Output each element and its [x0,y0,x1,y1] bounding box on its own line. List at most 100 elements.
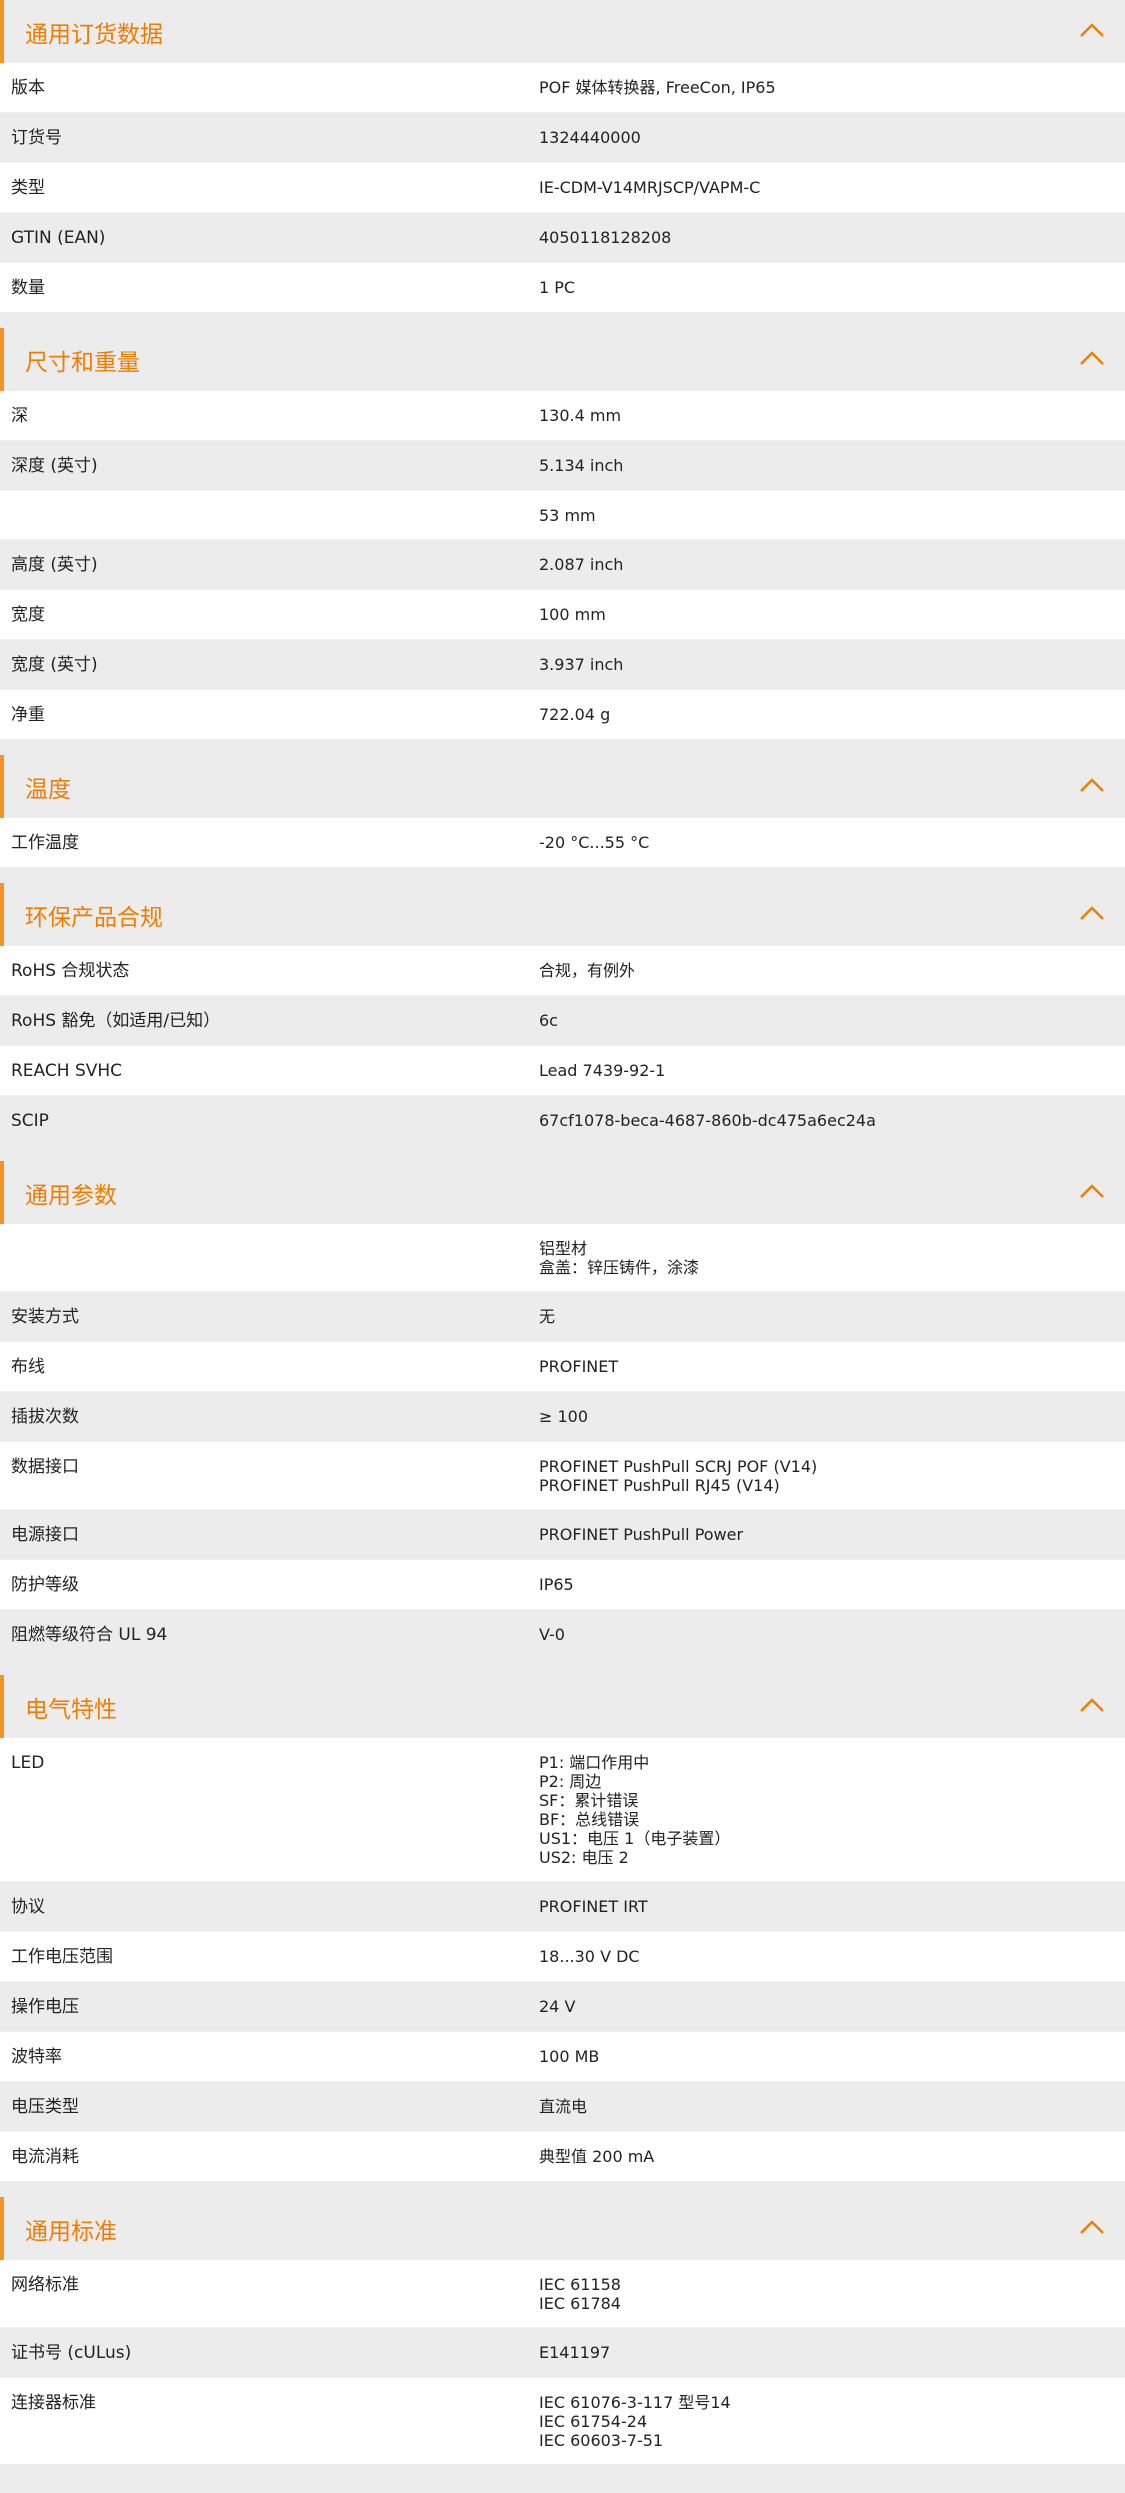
section-title: 通用标准 [25,2218,117,2245]
spec-row: LED P1: 端口作用中 P2: 周边 SF：累计错误 BF：总线错误 US1：… [0,1738,1125,1881]
spec-value: IP65 [539,1575,574,1594]
spec-value: 18...30 V DC [539,1947,640,1966]
spec-value: 3.937 inch [539,655,624,674]
spec-row: 类型 IE-CDM-V14MRJSCP/VAPM-C [0,162,1125,212]
spec-value: 6c [539,1011,558,1030]
section-header-toggle[interactable]: 通用订货数据 [0,0,1125,63]
spec-value: 铝型材 盒盖：锌压铸件，涂漆 [539,1239,700,1277]
chevron-up-icon[interactable] [1079,1181,1105,1203]
spec-value: IEC 61158 IEC 61784 [539,2275,621,2313]
chevron-up-icon[interactable] [1079,1695,1105,1717]
spec-label: 布线 [11,1357,45,1377]
spec-value: 130.4 mm [539,406,622,425]
spec-value: 4050118128208 [539,228,672,247]
spec-value: 典型值 200 mA [539,2147,655,2166]
spec-label: 类型 [11,178,45,198]
spec-row: 电源接口 PROFINET PushPull Power [0,1509,1125,1559]
spec-value: PROFINET [539,1357,619,1376]
spec-value: 直流电 [539,2097,588,2116]
spec-value: PROFINET PushPull Power [539,1525,744,1544]
spec-table: 版本 POF 媒体转换器, FreeCon, IP65 订货号 1324440000 类… [0,63,1125,312]
section-title: 通用参数 [25,1182,117,1209]
spec-label: 电源接口 [11,1525,79,1545]
spec-section: 尺寸和重量深 130.4 mm 深度 (英寸) 5.134 inch 53 mm 高度 (… [0,328,1125,739]
spec-label: 工作电压范围 [11,1947,113,1967]
spec-row: 安装方式 无 [0,1291,1125,1341]
spec-section: 通用参数铝型材 盒盖：锌压铸件，涂漆安装方式 无布线 PROFINET 插拔次数 ≥ 1… [0,1161,1125,1659]
spec-label: RoHS 豁免（如适用/已知） [11,1011,221,1031]
section-title: 通用订货数据 [25,21,163,48]
spec-section: 温度工作温度 -20 °C...55 °C [0,755,1125,867]
spec-value: 合规，有例外 [539,961,636,980]
spec-row: 布线 PROFINET [0,1341,1125,1391]
spec-label: 阻燃等级符合 UL 94 [11,1625,168,1645]
spec-row: 深度 (英寸) 5.134 inch [0,440,1125,490]
spec-row: RoHS 豁免（如适用/已知） 6c [0,995,1125,1045]
spec-row: 网络标准 IEC 61158 IEC 61784 [0,2260,1125,2327]
spec-row: RoHS 合规状态 合规，有例外 [0,946,1125,995]
spec-value: 53 mm [539,506,596,525]
section-header-toggle[interactable]: 温度 [0,755,1125,818]
spec-value: 1324440000 [539,128,641,147]
section-header-toggle[interactable]: 通用标准 [0,2197,1125,2260]
spec-label: 电压类型 [11,2097,79,2117]
spec-row: 操作电压 24 V [0,1981,1125,2031]
spec-value: PROFINET IRT [539,1897,648,1916]
spec-row: 电流消耗 典型值 200 mA [0,2131,1125,2181]
section-header-toggle[interactable]: 通用参数 [0,1161,1125,1224]
spec-label: 连接器标准 [11,2393,96,2413]
spec-label: GTIN (EAN) [11,228,106,248]
section-header-toggle[interactable]: 环保产品合规 [0,883,1125,946]
spec-label: 版本 [11,78,45,98]
section-header-toggle[interactable]: 电气特性 [0,1675,1125,1738]
spec-row: 连接器标准 IEC 61076-3-117 型号14 IEC 61754-24 I… [0,2377,1125,2464]
spec-table: 网络标准 IEC 61158 IEC 61784 证书号 (cULus) E14119… [0,2260,1125,2464]
chevron-up-icon[interactable] [1079,775,1105,797]
spec-row: 工作温度 -20 °C...55 °C [0,818,1125,867]
chevron-up-icon[interactable] [1079,2217,1105,2239]
spec-label: 高度 (英寸) [11,555,98,575]
spec-row: 工作电压范围 18...30 V DC [0,1931,1125,1981]
section-title: 温度 [25,776,71,803]
spec-row: 数据接口 PROFINET PushPull SCRJ POF (V14) PRO… [0,1441,1125,1509]
spec-value: 1 PC [539,278,576,297]
spec-row: GTIN (EAN) 4050118128208 [0,212,1125,262]
spec-value: IE-CDM-V14MRJSCP/VAPM-C [539,178,761,197]
spec-row: 订货号 1324440000 [0,112,1125,162]
spec-value: 67cf1078-beca-4687-860b-dc475a6ec24a [539,1111,876,1130]
spec-row: 电压类型 直流电 [0,2081,1125,2131]
spec-value: 无 [539,1307,556,1326]
chevron-up-icon[interactable] [1079,20,1105,42]
spec-row: 深 130.4 mm [0,391,1125,440]
spec-row: 净重 722.04 g [0,689,1125,739]
chevron-up-icon[interactable] [1079,348,1105,370]
spec-table: LED P1: 端口作用中 P2: 周边 SF：累计错误 BF：总线错误 US1：… [0,1738,1125,2181]
spec-row: 波特率 100 MB [0,2031,1125,2081]
spec-row: 版本 POF 媒体转换器, FreeCon, IP65 [0,63,1125,112]
spec-label: 数量 [11,278,45,298]
spec-row: 宽度 (英寸) 3.937 inch [0,639,1125,689]
section-title: 尺寸和重量 [25,349,140,376]
spec-label: SCIP [11,1111,49,1131]
spec-label: 证书号 (cULus) [11,2343,132,2363]
spec-label: 网络标准 [11,2275,79,2295]
spec-value: V-0 [539,1625,565,1644]
spec-label: 协议 [11,1897,45,1917]
section-header-toggle[interactable]: 尺寸和重量 [0,328,1125,391]
spec-value: 100 mm [539,605,606,624]
spec-row: 插拔次数 ≥ 100 [0,1391,1125,1441]
spec-value: 100 MB [539,2047,600,2066]
spec-label: 订货号 [11,128,62,148]
spec-label: REACH SVHC [11,1061,123,1081]
spec-table: 深 130.4 mm 深度 (英寸) 5.134 inch 53 mm 高度 (英寸) 2.… [0,391,1125,739]
spec-label: 深度 (英寸) [11,456,98,476]
chevron-up-icon[interactable] [1079,903,1105,925]
spec-row: 铝型材 盒盖：锌压铸件，涂漆 [0,1224,1125,1291]
spec-value: 2.087 inch [539,555,624,574]
spec-value: -20 °C...55 °C [539,833,650,852]
section-title: 电气特性 [25,1696,117,1723]
spec-value: ≥ 100 [539,1407,589,1426]
spec-section: 通用订货数据版本 POF 媒体转换器, FreeCon, IP65 订货号 13244… [0,0,1125,312]
product-spec-page: 通用订货数据版本 POF 媒体转换器, FreeCon, IP65 订货号 13244… [0,0,1125,2464]
spec-table: 铝型材 盒盖：锌压铸件，涂漆安装方式 无布线 PROFINET 插拔次数 ≥ 100 数据… [0,1224,1125,1659]
